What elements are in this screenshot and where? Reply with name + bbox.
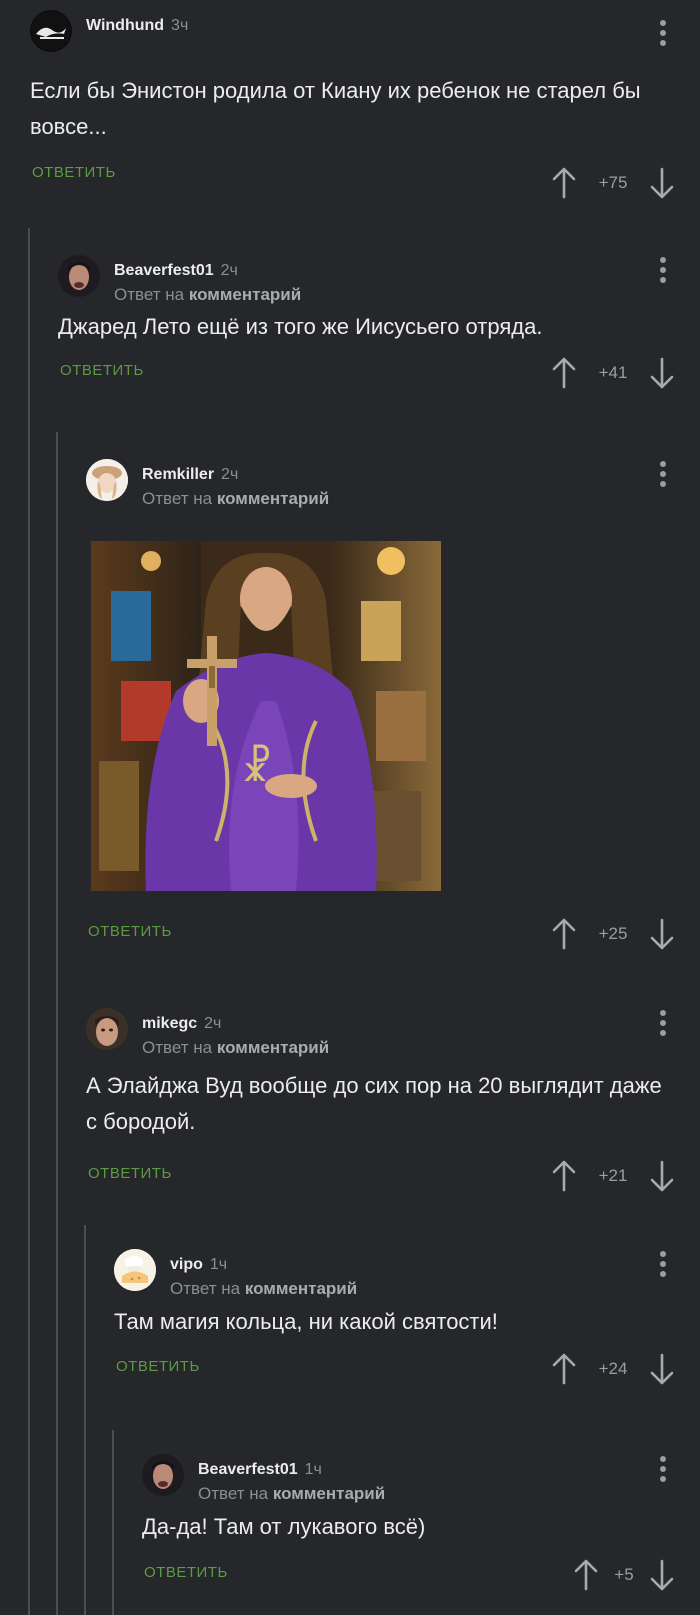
more-options-icon[interactable]	[660, 1456, 666, 1486]
more-options-icon[interactable]	[660, 257, 666, 287]
avatar[interactable]	[30, 10, 72, 52]
timestamp: 1ч	[304, 1461, 322, 1478]
avatar[interactable]	[86, 1008, 128, 1050]
rating: +24	[598, 1359, 628, 1378]
upvote-arrow-icon[interactable]	[550, 356, 578, 390]
reply-button[interactable]: ОТВЕТИТЬ	[88, 1165, 172, 1182]
upvote-arrow-icon[interactable]	[550, 166, 578, 200]
upvote-arrow-icon[interactable]	[550, 1352, 578, 1386]
downvote-arrow-icon[interactable]	[648, 1558, 676, 1592]
reply-prefix: Ответ на	[142, 489, 213, 508]
comment: Windhund 3ч Если бы Энистон родила от Киа…	[30, 10, 700, 200]
reply-prefix: Ответ на	[114, 285, 185, 304]
comment-header: vipo 1ч	[170, 1255, 227, 1275]
upvote-arrow-icon[interactable]	[572, 1558, 600, 1592]
reply-prefix: Ответ на	[198, 1484, 269, 1503]
reply-button[interactable]: ОТВЕТИТЬ	[60, 362, 144, 379]
reply-button[interactable]: ОТВЕТИТЬ	[144, 1564, 228, 1581]
username[interactable]: Beaverfest01	[198, 1461, 298, 1478]
comment-text: Джаред Лето ещё из того же Иисусьего отр…	[58, 314, 543, 339]
reply-to-info: Ответ на комментарий	[114, 285, 301, 305]
more-options-icon[interactable]	[660, 1251, 666, 1281]
comment: Remkiller 2ч Ответ на комментарий ☧ ОТВЕ…	[86, 459, 700, 951]
parent-comment-link[interactable]: комментарий	[273, 1484, 385, 1503]
parent-comment-link[interactable]: комментарий	[217, 489, 329, 508]
parent-comment-link[interactable]: комментарий	[217, 1038, 329, 1057]
timestamp: 3ч	[171, 17, 189, 34]
username[interactable]: Windhund	[86, 17, 164, 34]
reply-to-info: Ответ на комментарий	[142, 1038, 329, 1058]
thread-line	[112, 1430, 114, 1615]
parent-comment-link[interactable]: комментарий	[189, 285, 301, 304]
avatar[interactable]	[58, 255, 100, 297]
vote-controls: +24	[550, 1352, 676, 1386]
reply-prefix: Ответ на	[142, 1038, 213, 1057]
comment-header: Beaverfest01 2ч	[114, 261, 238, 281]
rating: +41	[598, 363, 628, 382]
reply-button[interactable]: ОТВЕТИТЬ	[88, 923, 172, 940]
timestamp: 2ч	[220, 262, 238, 279]
vote-controls: +25	[550, 917, 676, 951]
comment-header: Beaverfest01 1ч	[198, 1460, 322, 1480]
comment: mikegc 2ч Ответ на комментарий А Элайджа …	[86, 1008, 700, 1198]
vote-controls: +21	[550, 1159, 676, 1193]
rating: +75	[598, 173, 628, 192]
timestamp: 1ч	[209, 1256, 228, 1273]
reply-button[interactable]: ОТВЕТИТЬ	[116, 1358, 200, 1375]
downvote-arrow-icon[interactable]	[648, 1352, 676, 1386]
comment-text: Если бы Энистон родила от Киану их ребен…	[30, 78, 641, 139]
thread-line	[56, 432, 58, 1615]
upvote-arrow-icon[interactable]	[550, 917, 578, 951]
downvote-arrow-icon[interactable]	[648, 917, 676, 951]
more-options-icon[interactable]	[660, 1010, 666, 1040]
comment-text: А Элайджа Вуд вообще до сих пор на 20 вы…	[86, 1073, 662, 1134]
vote-controls: +75	[550, 166, 676, 200]
username[interactable]: mikegc	[142, 1015, 197, 1032]
username[interactable]: vipo	[170, 1256, 203, 1273]
upvote-arrow-icon[interactable]	[550, 1159, 578, 1193]
reply-prefix: Ответ на	[170, 1279, 241, 1298]
comment: Beaverfest01 1ч Ответ на комментарий Да-д…	[142, 1454, 700, 1604]
comment-header: Remkiller 2ч	[142, 465, 238, 485]
downvote-arrow-icon[interactable]	[648, 1159, 676, 1193]
thread-line	[84, 1225, 86, 1615]
comment-header: mikegc 2ч	[142, 1014, 221, 1034]
vote-controls: +41	[550, 356, 676, 390]
more-options-icon[interactable]	[660, 20, 666, 50]
vote-controls: +5	[572, 1558, 676, 1592]
rating: +5	[614, 1565, 634, 1584]
timestamp: 2ч	[221, 466, 239, 483]
comment-text: Там магия кольца, ни какой святости!	[114, 1309, 498, 1334]
comment: Beaverfest01 2ч Ответ на комментарий Джар…	[58, 255, 700, 395]
avatar[interactable]	[86, 459, 128, 501]
username[interactable]: Beaverfest01	[114, 262, 214, 279]
reply-button[interactable]: ОТВЕТИТЬ	[32, 164, 116, 181]
comment-header: Windhund 3ч	[86, 16, 188, 36]
comment-image[interactable]: ☧	[91, 541, 441, 891]
rating: +21	[598, 1166, 628, 1185]
parent-comment-link[interactable]: комментарий	[245, 1279, 357, 1298]
comment: vipo 1ч Ответ на комментарий Там магия ко…	[114, 1249, 700, 1389]
username[interactable]: Remkiller	[142, 466, 214, 483]
downvote-arrow-icon[interactable]	[648, 166, 676, 200]
thread-line	[28, 228, 30, 1615]
downvote-arrow-icon[interactable]	[648, 356, 676, 390]
more-options-icon[interactable]	[660, 461, 666, 491]
comment-text: Да-да! Там от лукавого всё)	[142, 1514, 426, 1539]
avatar[interactable]	[142, 1454, 184, 1496]
rating: +25	[598, 924, 628, 943]
reply-to-info: Ответ на комментарий	[142, 489, 329, 509]
avatar[interactable]	[114, 1249, 156, 1291]
reply-to-info: Ответ на комментарий	[198, 1484, 385, 1504]
timestamp: 2ч	[204, 1015, 222, 1032]
reply-to-info: Ответ на комментарий	[170, 1279, 357, 1299]
